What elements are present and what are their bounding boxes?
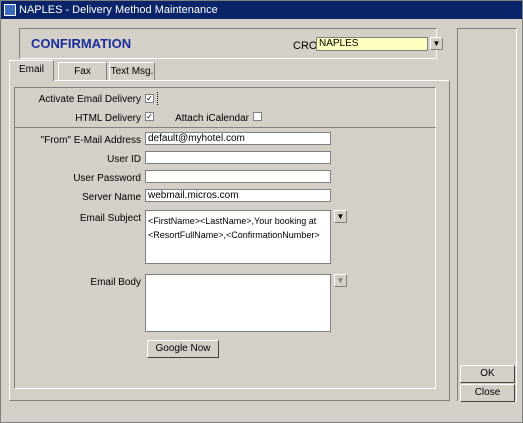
user-password-label: User Password: [73, 173, 141, 184]
activate-email-checkbox[interactable]: ✓: [145, 94, 154, 103]
server-name-field[interactable]: webmail.micros.com: [145, 189, 331, 202]
title-bar: NAPLES - Delivery Method Maintenance: [1, 1, 522, 19]
email-body-field[interactable]: [145, 274, 331, 332]
app-icon: [4, 4, 16, 16]
header-panel: CONFIRMATION CRO NAPLES ▼: [19, 28, 443, 59]
from-email-field[interactable]: default@myhotel.com: [145, 132, 331, 145]
html-delivery-checkbox[interactable]: ✓: [145, 112, 154, 121]
action-panel: [457, 28, 517, 402]
tab-email[interactable]: Email: [9, 60, 54, 81]
cro-label: CRO: [293, 40, 318, 52]
page-title: CONFIRMATION: [31, 36, 132, 51]
tab-fax[interactable]: Fax: [58, 62, 107, 80]
email-subject-field[interactable]: <FirstName><LastName>,Your booking at <R…: [145, 210, 331, 264]
email-subject-label: Email Subject: [79, 213, 141, 224]
user-password-field[interactable]: [145, 170, 331, 183]
email-subject-line: <FirstName><LastName>,Your booking at: [148, 216, 317, 226]
email-subject-line: <ResortFullName>,<ConfirmationNumber>: [148, 230, 320, 240]
user-id-label: User ID: [107, 154, 141, 165]
tab-text-msg[interactable]: Text Msg.: [109, 62, 155, 80]
user-id-field[interactable]: [145, 151, 331, 164]
focus-indicator: [157, 92, 160, 105]
close-button[interactable]: Close: [460, 384, 515, 402]
activate-email-label: Activate Email Delivery: [38, 94, 141, 105]
ok-button[interactable]: OK: [460, 365, 515, 383]
server-name-label: Server Name: [82, 192, 141, 203]
body-merge-code-button[interactable]: ▼: [334, 274, 347, 287]
from-email-label: "From" E-Mail Address: [40, 135, 141, 146]
cro-field[interactable]: NAPLES: [316, 37, 428, 51]
chevron-down-icon: ▼: [336, 212, 345, 221]
check-icon: ✓: [146, 94, 153, 103]
email-body-label: Email Body: [90, 277, 141, 288]
attach-icalendar-label: Attach iCalendar: [175, 113, 249, 124]
google-now-button[interactable]: Google Now: [147, 340, 219, 358]
window-title: NAPLES - Delivery Method Maintenance: [19, 4, 218, 16]
attach-icalendar-checkbox[interactable]: [253, 112, 262, 121]
check-icon: ✓: [146, 112, 153, 121]
delivery-method-window: NAPLES - Delivery Method Maintenance CON…: [0, 0, 523, 423]
chevron-down-icon: ▼: [432, 39, 441, 48]
subject-merge-code-button[interactable]: ▼: [334, 210, 347, 223]
chevron-down-icon: ▼: [336, 276, 345, 285]
cro-dropdown-button[interactable]: ▼: [430, 37, 443, 50]
html-delivery-label: HTML Delivery: [75, 113, 141, 124]
